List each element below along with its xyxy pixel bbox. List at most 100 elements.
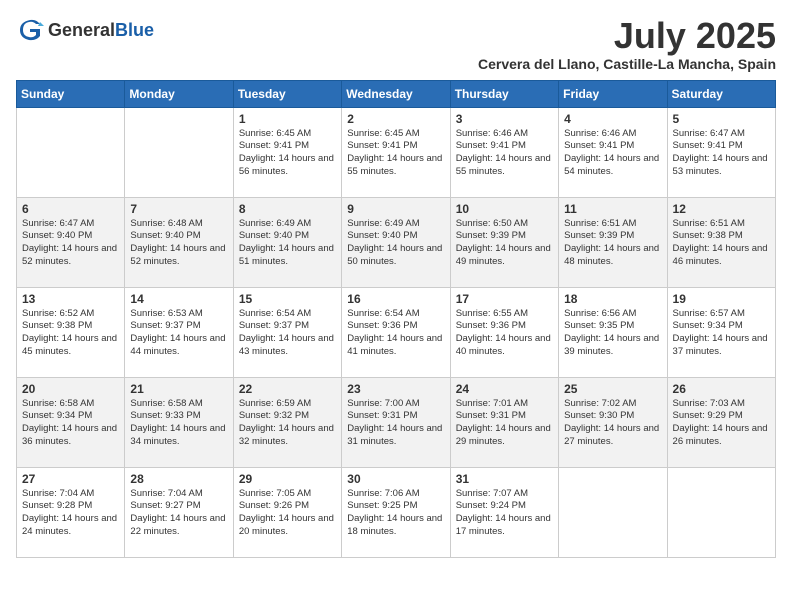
calendar-cell: 5 Sunrise: 6:47 AM Sunset: 9:41 PM Daylig… — [667, 107, 775, 197]
day-info: Sunrise: 6:50 AM Sunset: 9:39 PM Dayligh… — [456, 218, 553, 269]
calendar-cell: 22Sunrise: 6:59 AM Sunset: 9:32 PM Dayli… — [233, 377, 341, 467]
day-number: 2 — [347, 112, 444, 126]
calendar-cell: 2 Sunrise: 6:45 AM Sunset: 9:41 PM Daylig… — [342, 107, 450, 197]
day-info: Sunrise: 6:48 AM Sunset: 9:40 PM Dayligh… — [130, 218, 227, 269]
calendar-week-row: 1 Sunrise: 6:45 AM Sunset: 9:41 PM Daylig… — [17, 107, 776, 197]
day-number: 18 — [564, 292, 661, 306]
calendar-cell: 11Sunrise: 6:51 AM Sunset: 9:39 PM Dayli… — [559, 197, 667, 287]
weekday-header-tuesday: Tuesday — [233, 80, 341, 107]
calendar-cell: 25 Sunrise: 7:02 AM Sunset: 9:30 PM Dayli… — [559, 377, 667, 467]
day-number: 29 — [239, 472, 336, 486]
calendar-week-row: 13 Sunrise: 6:52 AM Sunset: 9:38 PM Dayli… — [17, 287, 776, 377]
title-area: July 2025 Cervera del Llano, Castille-La… — [478, 16, 776, 72]
day-info: Sunrise: 7:06 AM Sunset: 9:25 PM Dayligh… — [347, 488, 444, 539]
day-info: Sunrise: 6:45 AM Sunset: 9:41 PM Dayligh… — [347, 128, 444, 179]
day-number: 25 — [564, 382, 661, 396]
calendar-cell — [667, 467, 775, 557]
day-number: 13 — [22, 292, 119, 306]
day-info: Sunrise: 6:45 AM Sunset: 9:41 PM Dayligh… — [239, 128, 336, 179]
day-info: Sunrise: 6:47 AM Sunset: 9:40 PM Dayligh… — [22, 218, 119, 269]
calendar-cell: 3 Sunrise: 6:46 AM Sunset: 9:41 PM Daylig… — [450, 107, 558, 197]
day-number: 30 — [347, 472, 444, 486]
day-info: Sunrise: 6:46 AM Sunset: 9:41 PM Dayligh… — [564, 128, 661, 179]
calendar-table: SundayMondayTuesdayWednesdayThursdayFrid… — [16, 80, 776, 558]
day-number: 23 — [347, 382, 444, 396]
logo-general: General — [48, 20, 115, 40]
day-number: 14 — [130, 292, 227, 306]
calendar-cell: 31 Sunrise: 7:07 AM Sunset: 9:24 PM Dayli… — [450, 467, 558, 557]
calendar-cell: 30 Sunrise: 7:06 AM Sunset: 9:25 PM Dayli… — [342, 467, 450, 557]
calendar-cell: 15 Sunrise: 6:54 AM Sunset: 9:37 PM Dayli… — [233, 287, 341, 377]
day-number: 4 — [564, 112, 661, 126]
day-number: 26 — [673, 382, 770, 396]
calendar-cell: 28 Sunrise: 7:04 AM Sunset: 9:27 PM Dayli… — [125, 467, 233, 557]
day-info: Sunrise: 6:58 AM Sunset: 9:33 PM Dayligh… — [130, 398, 227, 449]
day-info: Sunrise: 6:54 AM Sunset: 9:36 PM Dayligh… — [347, 308, 444, 359]
calendar-cell: 4 Sunrise: 6:46 AM Sunset: 9:41 PM Daylig… — [559, 107, 667, 197]
day-info: Sunrise: 6:52 AM Sunset: 9:38 PM Dayligh… — [22, 308, 119, 359]
day-number: 28 — [130, 472, 227, 486]
calendar-cell: 18 Sunrise: 6:56 AM Sunset: 9:35 PM Dayli… — [559, 287, 667, 377]
day-number: 24 — [456, 382, 553, 396]
calendar-cell: 1 Sunrise: 6:45 AM Sunset: 9:41 PM Daylig… — [233, 107, 341, 197]
calendar-cell: 19Sunrise: 6:57 AM Sunset: 9:34 PM Dayli… — [667, 287, 775, 377]
calendar-cell: 24Sunrise: 7:01 AM Sunset: 9:31 PM Dayli… — [450, 377, 558, 467]
day-number: 17 — [456, 292, 553, 306]
day-number: 6 — [22, 202, 119, 216]
weekday-header-friday: Friday — [559, 80, 667, 107]
day-info: Sunrise: 7:07 AM Sunset: 9:24 PM Dayligh… — [456, 488, 553, 539]
day-info: Sunrise: 7:04 AM Sunset: 9:27 PM Dayligh… — [130, 488, 227, 539]
calendar-cell: 21 Sunrise: 6:58 AM Sunset: 9:33 PM Dayli… — [125, 377, 233, 467]
page-header: GeneralBlue July 2025 Cervera del Llano,… — [16, 16, 776, 72]
day-number: 1 — [239, 112, 336, 126]
day-number: 9 — [347, 202, 444, 216]
day-number: 20 — [22, 382, 119, 396]
weekday-header-wednesday: Wednesday — [342, 80, 450, 107]
day-info: Sunrise: 6:59 AM Sunset: 9:32 PM Dayligh… — [239, 398, 336, 449]
day-number: 5 — [673, 112, 770, 126]
calendar-cell: 23 Sunrise: 7:00 AM Sunset: 9:31 PM Dayli… — [342, 377, 450, 467]
day-number: 19 — [673, 292, 770, 306]
day-number: 27 — [22, 472, 119, 486]
day-info: Sunrise: 6:58 AM Sunset: 9:34 PM Dayligh… — [22, 398, 119, 449]
month-title: July 2025 — [478, 16, 776, 56]
location-title: Cervera del Llano, Castille-La Mancha, S… — [478, 56, 776, 72]
day-info: Sunrise: 6:55 AM Sunset: 9:36 PM Dayligh… — [456, 308, 553, 359]
calendar-cell: 17 Sunrise: 6:55 AM Sunset: 9:36 PM Dayli… — [450, 287, 558, 377]
day-number: 21 — [130, 382, 227, 396]
day-number: 3 — [456, 112, 553, 126]
logo-blue: Blue — [115, 20, 154, 40]
calendar-cell: 7 Sunrise: 6:48 AM Sunset: 9:40 PM Daylig… — [125, 197, 233, 287]
calendar-cell: 26 Sunrise: 7:03 AM Sunset: 9:29 PM Dayli… — [667, 377, 775, 467]
day-number: 31 — [456, 472, 553, 486]
weekday-header-row: SundayMondayTuesdayWednesdayThursdayFrid… — [17, 80, 776, 107]
weekday-header-thursday: Thursday — [450, 80, 558, 107]
day-number: 10 — [456, 202, 553, 216]
calendar-cell: 29 Sunrise: 7:05 AM Sunset: 9:26 PM Dayli… — [233, 467, 341, 557]
calendar-cell: 14Sunrise: 6:53 AM Sunset: 9:37 PM Dayli… — [125, 287, 233, 377]
calendar-cell — [559, 467, 667, 557]
day-info: Sunrise: 7:03 AM Sunset: 9:29 PM Dayligh… — [673, 398, 770, 449]
day-info: Sunrise: 6:47 AM Sunset: 9:41 PM Dayligh… — [673, 128, 770, 179]
day-info: Sunrise: 6:54 AM Sunset: 9:37 PM Dayligh… — [239, 308, 336, 359]
calendar-cell: 27 Sunrise: 7:04 AM Sunset: 9:28 PM Dayli… — [17, 467, 125, 557]
calendar-week-row: 20 Sunrise: 6:58 AM Sunset: 9:34 PM Dayli… — [17, 377, 776, 467]
calendar-cell: 8Sunrise: 6:49 AM Sunset: 9:40 PM Daylig… — [233, 197, 341, 287]
day-info: Sunrise: 7:02 AM Sunset: 9:30 PM Dayligh… — [564, 398, 661, 449]
logo-text: GeneralBlue — [48, 20, 154, 41]
day-number: 7 — [130, 202, 227, 216]
day-number: 12 — [673, 202, 770, 216]
day-info: Sunrise: 7:04 AM Sunset: 9:28 PM Dayligh… — [22, 488, 119, 539]
calendar-cell: 16Sunrise: 6:54 AM Sunset: 9:36 PM Dayli… — [342, 287, 450, 377]
calendar-week-row: 27 Sunrise: 7:04 AM Sunset: 9:28 PM Dayli… — [17, 467, 776, 557]
weekday-header-monday: Monday — [125, 80, 233, 107]
logo-icon — [16, 16, 44, 44]
day-info: Sunrise: 6:46 AM Sunset: 9:41 PM Dayligh… — [456, 128, 553, 179]
calendar-cell — [17, 107, 125, 197]
day-number: 15 — [239, 292, 336, 306]
calendar-cell — [125, 107, 233, 197]
day-info: Sunrise: 6:56 AM Sunset: 9:35 PM Dayligh… — [564, 308, 661, 359]
weekday-header-saturday: Saturday — [667, 80, 775, 107]
day-info: Sunrise: 7:05 AM Sunset: 9:26 PM Dayligh… — [239, 488, 336, 539]
day-info: Sunrise: 7:00 AM Sunset: 9:31 PM Dayligh… — [347, 398, 444, 449]
